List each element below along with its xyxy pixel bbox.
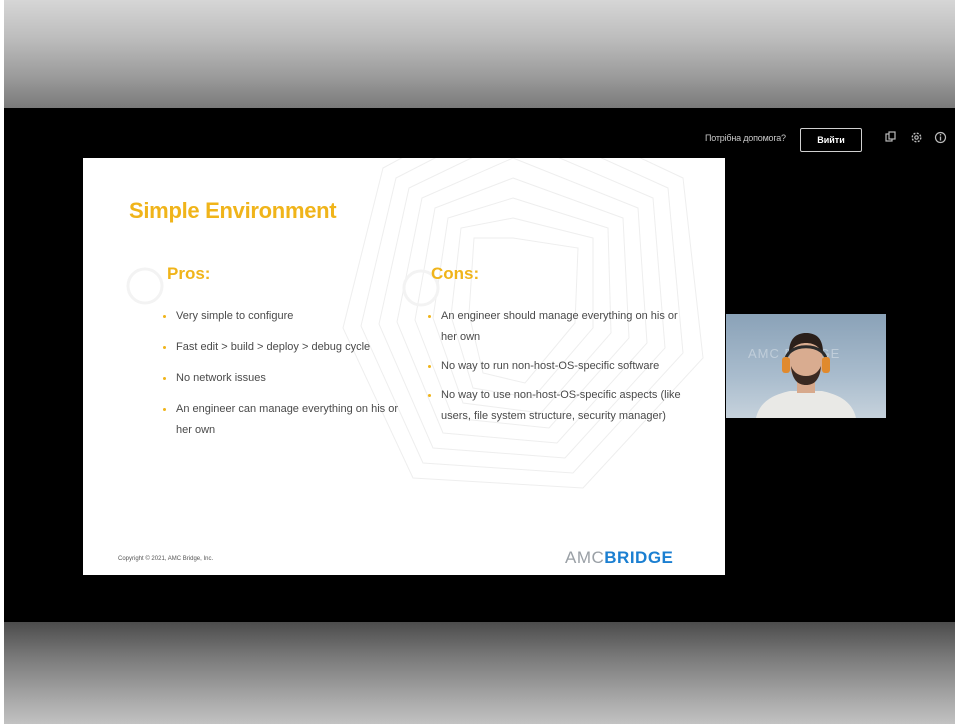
bullet-dot-icon xyxy=(428,315,431,318)
cons-list: An engineer should manage everything on … xyxy=(428,306,683,435)
meeting-window: Потрібна допомога? Вийти Simple Environm… xyxy=(4,108,955,622)
list-item: No network issues xyxy=(163,368,408,389)
info-icon[interactable] xyxy=(933,131,947,145)
copyright-text: Copyright © 2021, AMC Bridge, Inc. xyxy=(118,556,214,562)
amc-bridge-logo: AMCBRIDGE xyxy=(565,548,674,567)
bullet-dot-icon xyxy=(163,346,166,349)
pros-heading: Pros: xyxy=(167,264,211,283)
bullet-dot-icon xyxy=(428,365,431,368)
list-item: An engineer can manage everything on his… xyxy=(163,399,408,441)
pros-list: Very simple to configure Fast edit > bui… xyxy=(163,306,408,451)
frame-right-edge xyxy=(955,0,961,724)
cons-heading: Cons: xyxy=(431,264,480,283)
participant-video[interactable]: AMC BRIDGE xyxy=(726,314,886,418)
bullet-dot-icon xyxy=(163,315,166,318)
list-item: Fast edit > build > deploy > debug cycle xyxy=(163,337,408,358)
participant-figure xyxy=(756,333,856,418)
settings-icon[interactable] xyxy=(909,131,923,145)
list-item: No way to run non-host-OS-specific softw… xyxy=(428,356,683,377)
help-link[interactable]: Потрібна допомога? xyxy=(705,133,786,143)
share-icon[interactable] xyxy=(884,131,898,145)
background-bottom xyxy=(0,622,961,724)
list-item: No way to use non-host-OS-specific aspec… xyxy=(428,385,683,427)
bullet-dot-icon xyxy=(163,377,166,380)
presentation-slide: Simple Environment Pros: Very simple to … xyxy=(83,158,725,575)
list-item: Very simple to configure xyxy=(163,306,408,327)
top-bar: Потрібна допомога? Вийти xyxy=(4,125,955,155)
bullet-dot-icon xyxy=(428,394,431,397)
exit-button[interactable]: Вийти xyxy=(800,128,862,152)
list-item: An engineer should manage everything on … xyxy=(428,306,683,348)
background-top xyxy=(0,0,961,108)
bullet-dot-icon xyxy=(163,408,166,411)
slide-title: Simple Environment xyxy=(129,198,337,223)
